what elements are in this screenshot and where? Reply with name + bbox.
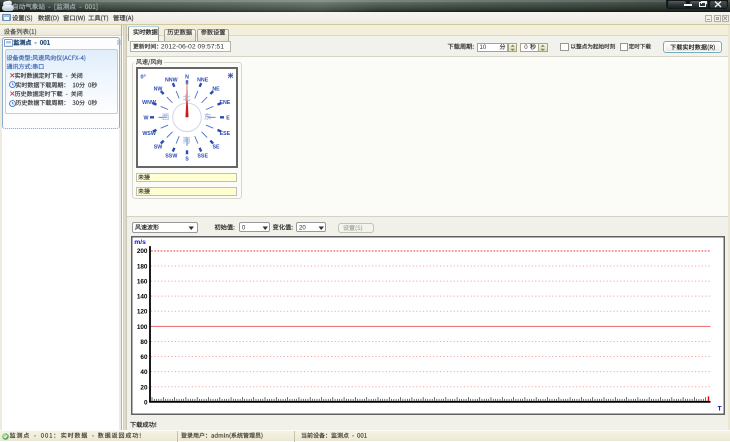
- svg-text:SW: SW: [153, 144, 162, 150]
- svg-text:S: S: [185, 156, 189, 162]
- svg-text:NE: NE: [212, 86, 220, 92]
- svg-text:NW: NW: [153, 86, 162, 92]
- svg-text:60: 60: [140, 354, 148, 361]
- svg-text:WNW: WNW: [142, 99, 156, 105]
- svg-text:180: 180: [137, 263, 148, 270]
- svg-text:140: 140: [137, 293, 148, 300]
- svg-text:T: T: [718, 405, 722, 412]
- svg-text:100: 100: [137, 323, 148, 330]
- svg-text:NNE: NNE: [197, 77, 209, 83]
- svg-text:ENE: ENE: [219, 99, 230, 105]
- svg-text:WSW: WSW: [142, 131, 156, 137]
- svg-text:0: 0: [144, 399, 148, 406]
- svg-text:ESE: ESE: [219, 131, 230, 137]
- svg-text:20: 20: [140, 384, 148, 391]
- svg-text:N: N: [185, 74, 189, 80]
- svg-text:0°: 0°: [140, 74, 145, 80]
- svg-text:SE: SE: [212, 144, 220, 150]
- svg-text:40: 40: [140, 369, 148, 376]
- svg-text:SSW: SSW: [165, 153, 177, 159]
- svg-text:W: W: [143, 115, 148, 121]
- svg-text:NNW: NNW: [164, 77, 177, 83]
- svg-text:SSE: SSE: [197, 153, 208, 159]
- svg-text:E: E: [226, 115, 230, 121]
- svg-text:120: 120: [137, 308, 148, 315]
- svg-text:80: 80: [140, 338, 148, 345]
- svg-text:160: 160: [137, 278, 148, 285]
- svg-text:200: 200: [137, 248, 148, 255]
- svg-text:m/s: m/s: [134, 239, 146, 246]
